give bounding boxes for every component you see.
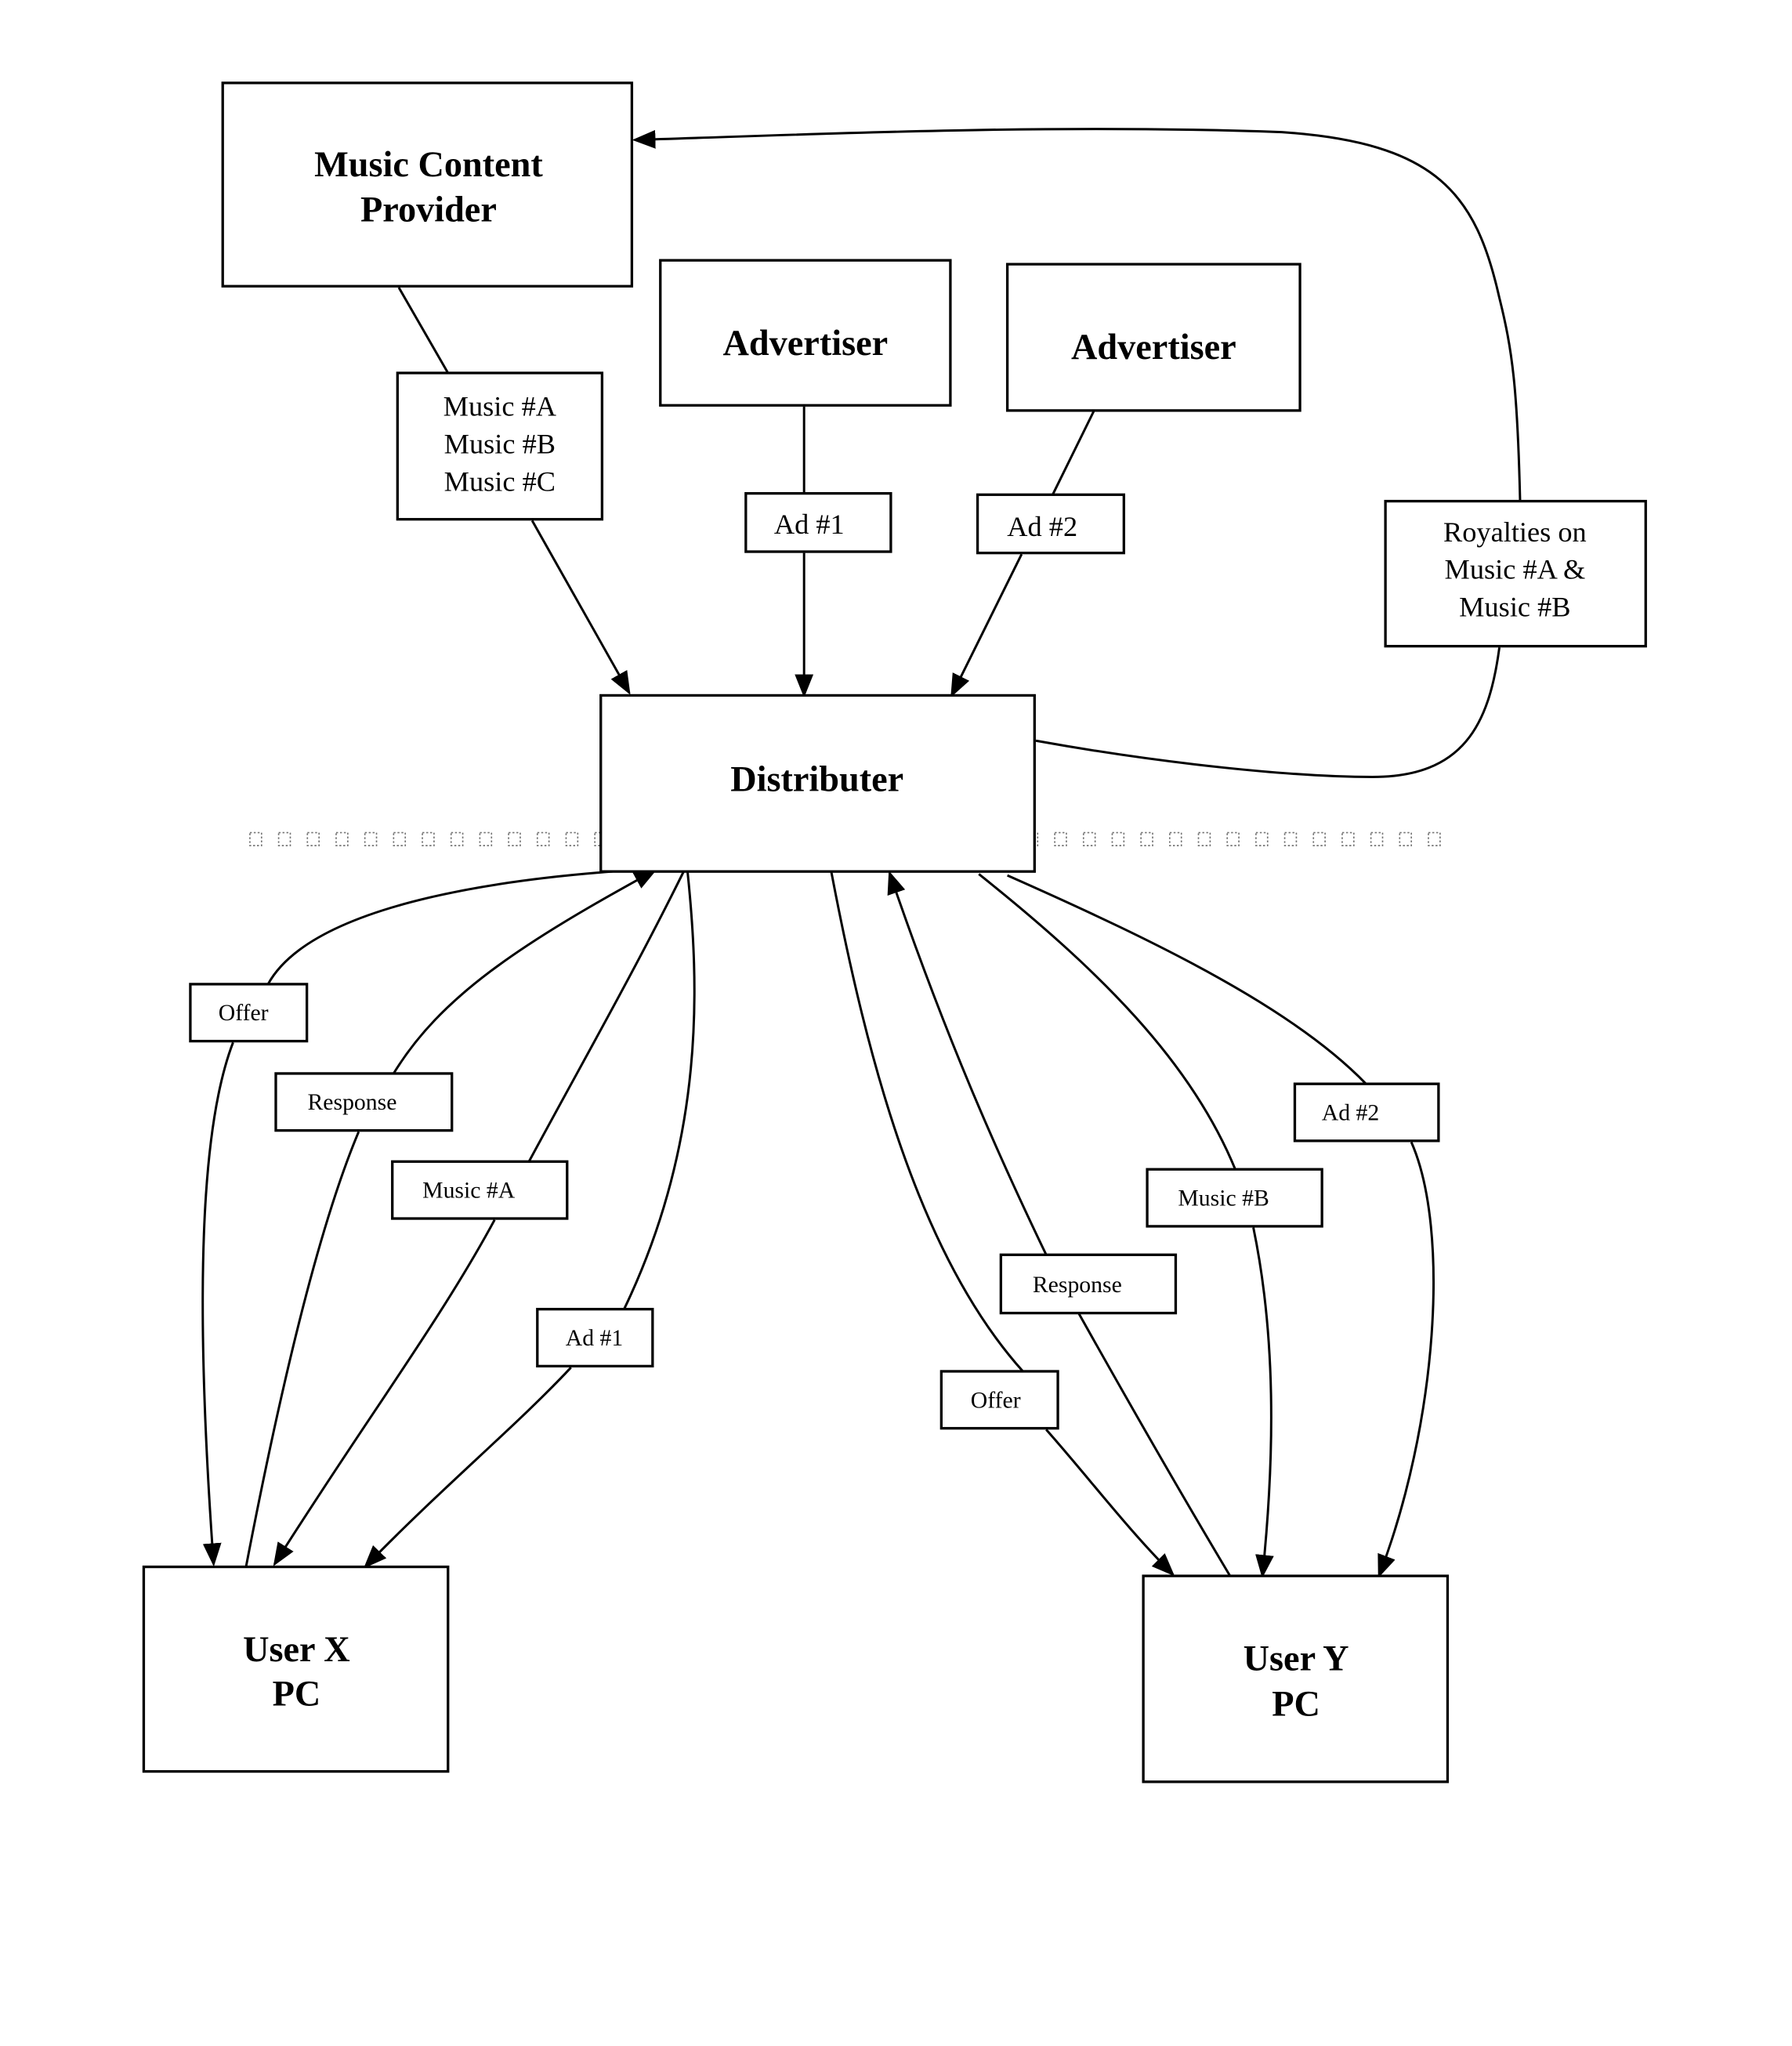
scan-noise-glyph: [479, 831, 493, 846]
scan-noise-glyph: [1140, 831, 1153, 846]
label-text: Ad #2: [1322, 1099, 1380, 1125]
label-text: Music #A &: [1445, 554, 1586, 585]
scan-noise-glyph: [335, 831, 349, 846]
label-text: Music #A: [443, 390, 556, 422]
label-text: Ad #1: [566, 1325, 624, 1351]
edge-x-music-bottom: [273, 1219, 496, 1566]
edge-music-list-to-distributer: [530, 520, 631, 695]
node-label: Advertiser: [1071, 328, 1236, 368]
edge-x-response-top: [393, 869, 657, 1074]
edge-y-music-top: [978, 873, 1236, 1170]
edge-x-ad-bottom: [363, 1367, 572, 1569]
edge-x-offer-bottom: [201, 1041, 234, 1567]
label-text: Ad #2: [1007, 511, 1077, 542]
node-label: User Y: [1244, 1639, 1349, 1679]
label-y-ad: Ad #2: [1293, 1082, 1440, 1143]
edge-x-ad-top: [623, 871, 696, 1310]
label-text: Ad #1: [774, 509, 845, 540]
edge-y-offer-bottom: [1045, 1429, 1175, 1577]
scan-noise-glyph: [1226, 831, 1240, 846]
label-y-offer: Offer: [939, 1370, 1059, 1430]
label-x-response: Response: [274, 1072, 454, 1132]
edge-y-ad-bottom: [1377, 1141, 1435, 1578]
node-label: PC: [1272, 1685, 1320, 1725]
scan-noise-glyph: [1054, 831, 1067, 846]
label-text: Royalties on: [1443, 516, 1587, 548]
edge-distributer-to-royalties: [1035, 647, 1501, 779]
label-music-list: Music #A Music #B Music #C: [396, 371, 604, 521]
edge-y-response-bottom: [1077, 1312, 1232, 1577]
scan-noise-glyph: [393, 831, 407, 846]
node-advertiser-2: Advertiser: [1005, 263, 1301, 412]
label-x-ad: Ad #1: [536, 1308, 654, 1368]
label-x-music: Music #A: [391, 1160, 569, 1220]
scan-noise-glyph: [508, 831, 521, 846]
scan-noise-glyph: [1169, 831, 1182, 846]
label-text: Offer: [219, 1000, 269, 1026]
edge-x-response-bottom: [244, 1131, 360, 1567]
scan-noise-glyph: [536, 831, 550, 846]
scan-noise-glyph: [249, 831, 262, 846]
scan-noise-glyph: [450, 831, 464, 846]
scan-noise-glyph: [1428, 831, 1441, 846]
node-label: Music Content: [314, 145, 543, 185]
edge-y-ad-top: [1007, 874, 1367, 1085]
scan-noise-glyph: [1312, 831, 1326, 846]
scan-noise-glyph: [1283, 831, 1298, 846]
label-text: Music #B: [444, 428, 556, 459]
label-y-music: Music #B: [1146, 1168, 1323, 1228]
label-text: Music #B: [1178, 1185, 1269, 1211]
edge-advertiser2-to-ad2: [1052, 410, 1095, 495]
scan-noise-glyph: [306, 831, 320, 846]
label-text: Music #C: [444, 465, 556, 497]
node-label: User X: [243, 1630, 350, 1670]
edge-x-offer-top: [266, 870, 613, 985]
scan-noise-glyph: [422, 831, 435, 846]
node-label: Advertiser: [723, 324, 889, 364]
scan-noise-glyph: [1341, 831, 1355, 846]
scan-noise-glyph: [1370, 831, 1384, 846]
label-text: Offer: [971, 1387, 1021, 1413]
edge-provider-to-music-list: [397, 287, 450, 374]
label-ad1-top: Ad #1: [744, 491, 892, 553]
label-x-offer: Offer: [189, 983, 309, 1043]
node-label: Distributer: [730, 760, 903, 800]
node-music-content-provider: Music Content Provider: [221, 81, 634, 288]
scan-noise-glyph: [1111, 831, 1125, 846]
edge-y-response-top: [887, 871, 1048, 1255]
node-label: PC: [273, 1674, 321, 1714]
edge-y-music-bottom: [1252, 1227, 1274, 1579]
node-label: Provider: [360, 190, 497, 230]
scan-noise-glyph: [277, 831, 291, 846]
label-text: Response: [1033, 1272, 1122, 1298]
label-text: Music #A: [422, 1178, 516, 1204]
network-diagram: Music Content Provider Advertiser Advert…: [142, 81, 1647, 1783]
node-user-x-pc: User X PC: [142, 1565, 450, 1773]
edge-ad2-to-distributer: [950, 553, 1023, 698]
node-advertiser-1: Advertiser: [659, 259, 952, 407]
node-distributer: Distributer: [599, 693, 1036, 873]
scan-noise-glyph: [565, 831, 579, 846]
label-royalties: Royalties on Music #A & Music #B: [1384, 499, 1647, 648]
node-user-y-pc: User Y PC: [1142, 1574, 1450, 1783]
scan-noise-glyph: [1399, 831, 1413, 846]
edge-y-offer-top: [830, 871, 1024, 1373]
label-y-response: Response: [999, 1253, 1178, 1315]
label-text: Music #B: [1459, 592, 1570, 623]
label-text: Response: [307, 1089, 396, 1115]
scan-noise-glyph: [364, 831, 378, 846]
scan-noise-glyph: [1255, 831, 1269, 846]
label-ad2-top: Ad #2: [976, 493, 1125, 555]
edge-x-music-top: [527, 871, 685, 1164]
scan-noise-glyph: [1197, 831, 1211, 846]
scan-noise-glyph: [1082, 831, 1096, 846]
